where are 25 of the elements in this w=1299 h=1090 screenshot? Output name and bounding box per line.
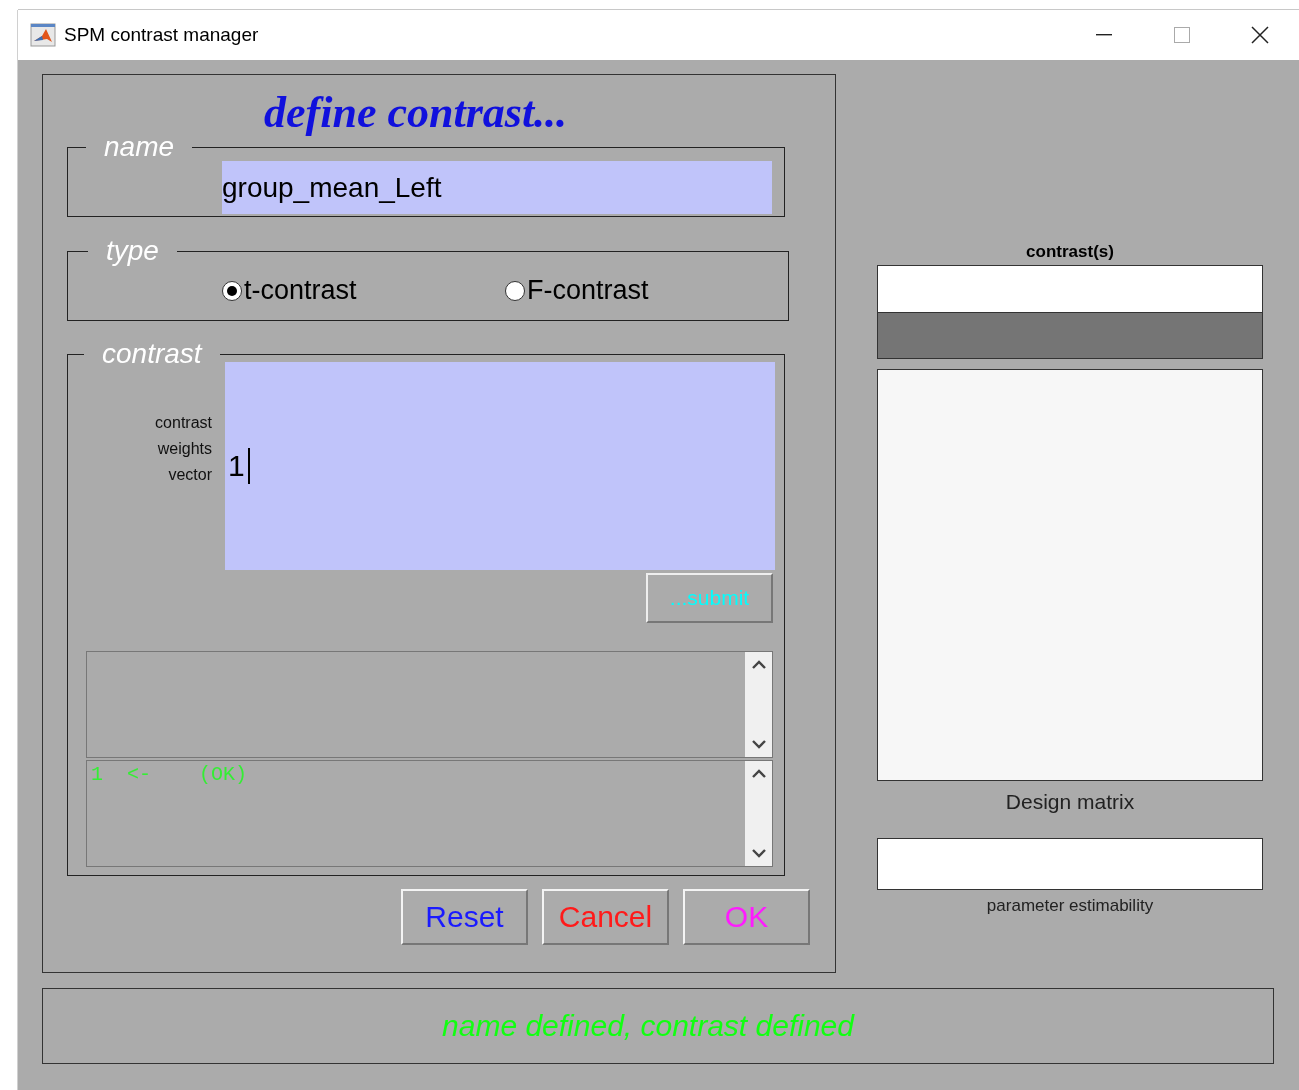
design-matrix-label: Design matrix [1005, 790, 1135, 814]
weights-field[interactable]: 1 [225, 362, 775, 570]
group-label: contrast [101, 340, 204, 368]
minimize-icon [1096, 34, 1112, 36]
chevron-up-icon[interactable] [751, 660, 766, 669]
matlab-logo-icon [30, 23, 56, 47]
weights-label: contrast weights vector [154, 413, 212, 485]
window-title: SPM contrast manager [64, 24, 260, 46]
scrollbar[interactable] [745, 761, 772, 866]
radio-button[interactable]: t-contrast [222, 275, 505, 306]
group-label: name [103, 133, 176, 161]
contrasts-title: contrast(s) [1026, 241, 1114, 263]
panel-heading: define contrast... [264, 89, 568, 137]
status-message: name defined, contrast defined [442, 1009, 854, 1043]
maximize-icon [1174, 27, 1190, 43]
chevron-down-icon[interactable] [751, 849, 766, 858]
chevron-up-icon[interactable] [751, 769, 766, 778]
close-icon [1251, 26, 1269, 44]
scrollbar[interactable] [745, 652, 772, 757]
list-line: 1 <- (OK) [91, 763, 249, 786]
name-field[interactable]: group_mean_Left [222, 161, 772, 214]
radio-button[interactable]: F-contrast [505, 275, 788, 306]
chevron-down-icon[interactable] [751, 740, 766, 749]
estimability-label: parameter estimability [986, 896, 1154, 916]
group-label: type [105, 237, 160, 265]
